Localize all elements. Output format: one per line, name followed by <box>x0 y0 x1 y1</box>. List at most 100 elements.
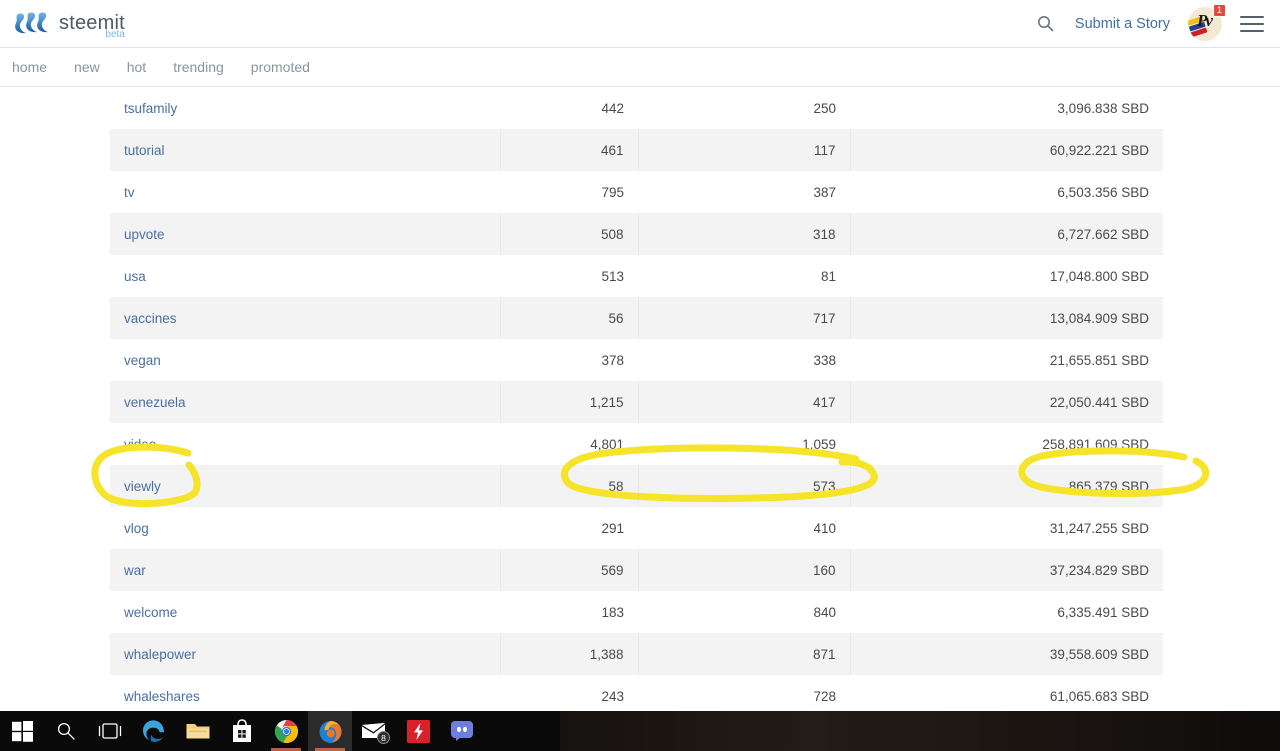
tag-link[interactable]: tsufamily <box>110 87 500 129</box>
search-icon[interactable] <box>1035 13 1057 35</box>
site-header: steemit beta Submit a Story Pv 1 <box>0 0 1280 48</box>
posts-count-cell: 442 <box>601 100 624 116</box>
table-row[interactable]: video 4,801 1,059 258,891.609 SBD <box>110 423 1163 465</box>
nav-item-promoted[interactable]: promoted <box>251 59 310 75</box>
firefox-browser-icon[interactable] <box>308 711 352 751</box>
payout-cell: 3,096.838 SBD <box>1057 100 1149 116</box>
comments-count-cell: 410 <box>813 520 836 536</box>
tag-link[interactable]: viewly <box>110 465 501 507</box>
table-row[interactable]: welcome 183 840 6,335.491 SBD <box>110 591 1163 633</box>
table-row[interactable]: vegan 378 338 21,655.851 SBD <box>110 339 1163 381</box>
tag-link[interactable]: war <box>110 549 501 591</box>
tag-link[interactable]: vegan <box>110 339 500 381</box>
steemit-logo-link[interactable]: steemit beta <box>12 9 125 39</box>
tag-link[interactable]: whaleshares <box>110 675 500 711</box>
table-row[interactable]: tutorial 461 117 60,922.221 SBD <box>110 129 1163 171</box>
posts-count-cell: 378 <box>601 352 624 368</box>
nav-item-hot[interactable]: hot <box>127 59 146 75</box>
lightning-bolt-app-icon[interactable] <box>396 711 440 751</box>
payout-cell: 60,922.221 SBD <box>850 129 1163 171</box>
discord-icon[interactable] <box>440 711 484 751</box>
language-top: ESP <box>1147 719 1169 731</box>
edge-browser-icon[interactable] <box>132 711 176 751</box>
table-row[interactable]: usa 513 81 17,048.800 SBD <box>110 255 1163 297</box>
tag-link[interactable]: usa <box>110 255 500 297</box>
payout-cell: 61,065.683 SBD <box>1049 688 1149 704</box>
payout-cell: 865.379 SBD <box>850 465 1163 507</box>
payout-cell: 39,558.609 SBD <box>850 633 1163 675</box>
comments-count-cell: 728 <box>813 688 836 704</box>
speaker-icon[interactable] <box>1111 711 1137 751</box>
submit-a-story-link[interactable]: Submit a Story <box>1075 16 1170 32</box>
tags-table-scroll-area[interactable]: tsufamily 442 250 3,096.838 SBD tutorial 461 1… <box>0 87 1280 711</box>
posts-count-cell: 569 <box>500 549 639 591</box>
table-row[interactable]: vaccines 56 717 13,084.909 SBD <box>110 297 1163 339</box>
table-row[interactable]: whaleshares 243 728 61,065.683 SBD <box>110 675 1163 711</box>
clock[interactable]: 1:02 p. m. 24/7/2017 <box>1187 718 1236 744</box>
payout-cell: 31,247.255 SBD <box>1049 520 1149 536</box>
mail-icon[interactable]: 8 <box>352 711 396 751</box>
comments-count-cell: 387 <box>813 184 836 200</box>
tag-link[interactable]: upvote <box>110 213 501 255</box>
posts-count-cell: 795 <box>601 184 624 200</box>
comments-count-cell: 250 <box>813 100 836 116</box>
language-indicator[interactable]: ESP ES <box>1141 719 1175 743</box>
tag-link[interactable]: video <box>110 423 500 465</box>
action-center-icon[interactable] <box>1244 711 1274 751</box>
tag-link[interactable]: vlog <box>110 507 500 549</box>
clock-time: 1:02 p. m. <box>1187 718 1236 730</box>
payout-cell: 22,050.441 SBD <box>850 381 1163 423</box>
posts-count-cell: 461 <box>500 129 639 171</box>
comments-count-cell: 417 <box>638 381 851 423</box>
windows-taskbar: 8 ESP ES 1:02 p. m. 24/7/2017 <box>0 711 1280 751</box>
nav-item-trending[interactable]: trending <box>173 59 224 75</box>
comments-count-cell: 117 <box>638 129 851 171</box>
comments-count-cell: 717 <box>638 297 851 339</box>
table-row[interactable]: venezuela 1,215 417 22,050.441 SBD <box>110 381 1163 423</box>
table-row[interactable]: viewly 58 573 865.379 SBD <box>110 465 1163 507</box>
tag-link[interactable]: venezuela <box>110 381 501 423</box>
chevron-up-icon[interactable] <box>1059 711 1085 751</box>
comments-count-cell: 871 <box>638 633 851 675</box>
tag-link[interactable]: whalepower <box>110 633 501 675</box>
table-row[interactable]: tv 795 387 6,503.356 SBD <box>110 171 1163 213</box>
tag-link[interactable]: tutorial <box>110 129 501 171</box>
posts-count-cell: 513 <box>601 268 624 284</box>
tag-link[interactable]: tv <box>110 171 500 213</box>
avatar-monogram: Pv <box>1197 10 1213 30</box>
nav-item-home[interactable]: home <box>12 59 47 75</box>
language-bottom: ES <box>1151 731 1166 743</box>
network-icon[interactable] <box>1085 711 1111 751</box>
microsoft-store-icon[interactable] <box>220 711 264 751</box>
payout-cell: 13,084.909 SBD <box>850 297 1163 339</box>
clock-date: 24/7/2017 <box>1187 731 1236 743</box>
posts-count-cell: 183 <box>601 604 624 620</box>
avatar[interactable]: Pv 1 <box>1188 3 1226 41</box>
comments-count-cell: 81 <box>820 268 836 284</box>
payout-cell: 37,234.829 SBD <box>850 549 1163 591</box>
table-row[interactable]: war 569 160 37,234.829 SBD <box>110 549 1163 591</box>
tag-link[interactable]: welcome <box>110 591 500 633</box>
table-row[interactable]: upvote 508 318 6,727.662 SBD <box>110 213 1163 255</box>
chrome-browser-icon[interactable] <box>264 711 308 751</box>
table-row[interactable]: vlog 291 410 31,247.255 SBD <box>110 507 1163 549</box>
comments-count-cell: 318 <box>638 213 851 255</box>
notification-badge[interactable]: 1 <box>1213 3 1226 17</box>
taskbar-search-icon[interactable] <box>44 711 88 751</box>
hamburger-menu-icon[interactable] <box>1240 15 1264 32</box>
tag-link[interactable]: vaccines <box>110 297 501 339</box>
payout-cell: 21,655.851 SBD <box>1049 352 1149 368</box>
payout-cell: 6,727.662 SBD <box>850 213 1163 255</box>
comments-count-cell: 1,059 <box>802 436 836 452</box>
payout-cell: 6,335.491 SBD <box>1057 604 1149 620</box>
system-tray: ESP ES 1:02 p. m. 24/7/2017 <box>1059 711 1280 751</box>
nav-item-new[interactable]: new <box>74 59 100 75</box>
posts-count-cell: 1,388 <box>500 633 639 675</box>
table-row[interactable]: whalepower 1,388 871 39,558.609 SBD <box>110 633 1163 675</box>
table-row[interactable]: tsufamily 442 250 3,096.838 SBD <box>110 87 1163 129</box>
comments-count-cell: 338 <box>813 352 836 368</box>
file-explorer-icon[interactable] <box>176 711 220 751</box>
start-button[interactable] <box>0 711 44 751</box>
posts-count-cell: 243 <box>601 688 624 704</box>
task-view-icon[interactable] <box>88 711 132 751</box>
